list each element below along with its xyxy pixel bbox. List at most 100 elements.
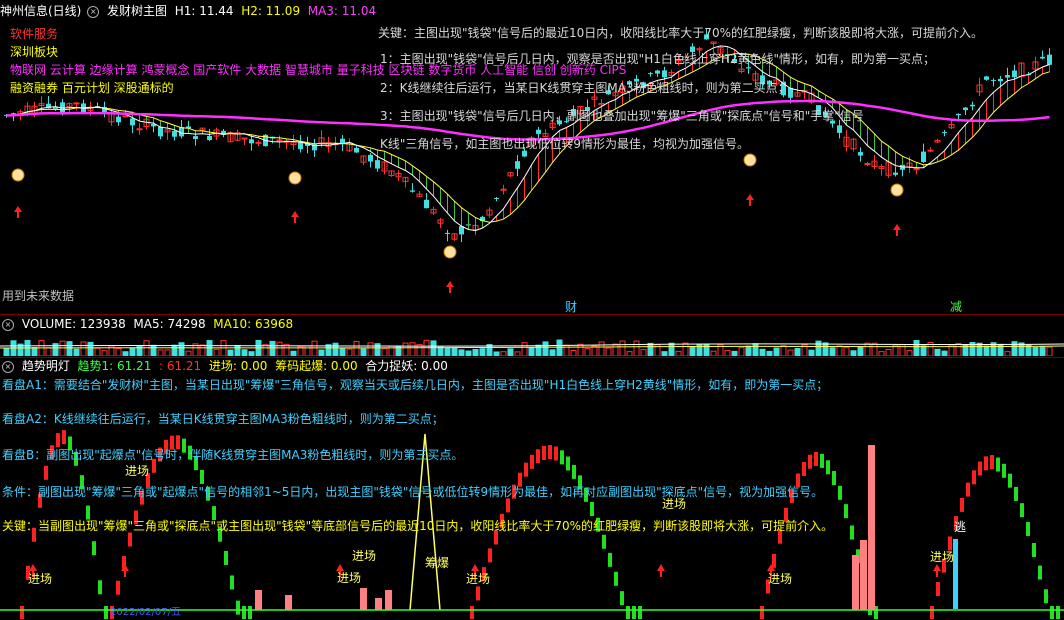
candle-body — [1005, 75, 1010, 78]
trend-segment — [1038, 565, 1042, 580]
candle-body — [298, 142, 303, 150]
entry-label-8: 进场 — [930, 550, 955, 564]
candle-body — [837, 125, 842, 133]
trend-segment — [92, 541, 96, 556]
buy-arrow-icon — [893, 224, 901, 236]
volume-chart[interactable] — [0, 334, 1064, 356]
trend-segment — [820, 453, 824, 468]
volume-bar — [171, 344, 178, 356]
h1-value: H1: 11.44 — [174, 4, 234, 18]
volume-bar — [766, 350, 773, 356]
volume-bar — [409, 342, 416, 356]
trend-segment — [566, 456, 570, 471]
trend-title[interactable]: 趋势明灯 — [22, 359, 70, 373]
trend-segment — [1020, 503, 1024, 518]
trend-segment — [966, 482, 970, 497]
volume-bar — [304, 345, 311, 356]
trend-segment — [116, 580, 120, 595]
trend-note-condition: 条件：副图出现"筹爆"三角或"起爆点"信号的相邻1~5日内，出现主图"钱袋"信号… — [2, 485, 824, 499]
candle-body — [249, 139, 254, 144]
volume-bar — [290, 350, 297, 356]
close-icon[interactable]: × — [2, 360, 14, 373]
close-icon[interactable]: × — [87, 5, 100, 18]
trend-segment — [98, 580, 102, 595]
volume-ma5: MA5: 74298 — [133, 317, 206, 331]
volume-bar — [1032, 346, 1039, 356]
entry-value: 进场: 0.00 — [208, 359, 268, 373]
volume-bar — [31, 346, 38, 356]
main-note-4: K线"三角信号，如主图也出现低位转9情形为最佳，均视为加强信号。 — [380, 137, 750, 151]
main-note-1: 1：主图出现"钱袋"信号后几日内，观察是否出现"H1白色线上穿H2黄色线"情形，… — [380, 52, 936, 66]
volume-bar — [507, 348, 514, 356]
trend-segment — [802, 461, 806, 476]
volume-bar — [339, 347, 346, 356]
trend-segment — [1008, 473, 1012, 488]
volume-bar — [871, 342, 878, 356]
histogram-bar — [285, 595, 292, 610]
volume-bar — [143, 340, 150, 356]
escape-label: 逃 — [954, 520, 967, 534]
volume-bar — [724, 349, 731, 356]
volume-bar — [1004, 351, 1011, 356]
main-indicator-name[interactable]: 发财树主图 — [107, 4, 167, 18]
trend-segment — [626, 606, 630, 619]
volume-bar — [787, 349, 794, 356]
volume-bar — [318, 349, 325, 356]
volume-bar — [941, 350, 948, 356]
volume-bar — [311, 340, 318, 356]
volume-bar — [521, 342, 528, 356]
volume-bar — [346, 348, 353, 356]
volume-bar — [164, 349, 171, 356]
volume-bar — [570, 349, 577, 356]
volume-bar — [451, 347, 458, 356]
volume-bar — [682, 342, 689, 356]
volume-bar — [472, 348, 479, 356]
candle-body — [942, 132, 947, 134]
future-data-label: 用到未来数据 — [2, 289, 75, 303]
volume-bar — [542, 341, 549, 356]
volume-bar — [241, 349, 248, 356]
trend-segment — [990, 455, 994, 470]
entry-label-5: 进场 — [466, 572, 491, 586]
volume-bar — [703, 343, 710, 356]
candle-body — [927, 149, 934, 152]
trend-segment — [978, 461, 982, 476]
candle-body — [662, 70, 667, 78]
volume-bar — [444, 347, 451, 356]
money-bag-icon — [743, 153, 757, 167]
candle-body — [746, 67, 751, 69]
volume-bar — [101, 350, 108, 356]
candle-body — [368, 154, 373, 162]
volume-bar — [640, 349, 647, 356]
trend-segment — [224, 550, 228, 565]
volume-bar — [864, 342, 871, 356]
volume-bar — [794, 348, 801, 356]
volume-bar — [220, 340, 227, 356]
trend-segment — [936, 582, 940, 597]
trend-segment — [524, 462, 528, 477]
trend-segment — [1014, 486, 1018, 501]
trend-segment — [62, 430, 66, 445]
main-panel-header: 神州信息(日线) × 发财树主图 H1: 11.44 H2: 11.09 MA3… — [0, 3, 376, 19]
sector-label-2: 深圳板块 — [10, 45, 59, 59]
volume-bar — [836, 345, 843, 356]
candle-body — [354, 147, 359, 153]
histogram-bar — [255, 590, 262, 610]
volume-bar — [465, 350, 472, 356]
volume-bar — [829, 347, 836, 356]
main-note-key: 关键：主图出现"钱袋"信号后的最近10日内，收阳线比率大于70%的红肥绿瘦，判断… — [378, 26, 983, 40]
candle-body — [1012, 70, 1017, 78]
sector-label-1: 软件服务 — [10, 27, 59, 41]
stock-title[interactable]: 神州信息(日线) — [0, 4, 81, 18]
candle-body — [172, 130, 177, 137]
marker-cai: 财 — [565, 300, 578, 314]
trend-segment — [850, 525, 854, 540]
trend-segment — [236, 600, 240, 615]
volume-bar — [199, 344, 206, 356]
volume-bar — [374, 343, 381, 356]
date-label: 2022/02/07/五 — [110, 607, 182, 618]
volume-bar — [73, 348, 80, 356]
close-icon[interactable]: × — [2, 318, 14, 331]
volume-bar — [822, 342, 829, 356]
trend-segment — [1044, 589, 1048, 604]
